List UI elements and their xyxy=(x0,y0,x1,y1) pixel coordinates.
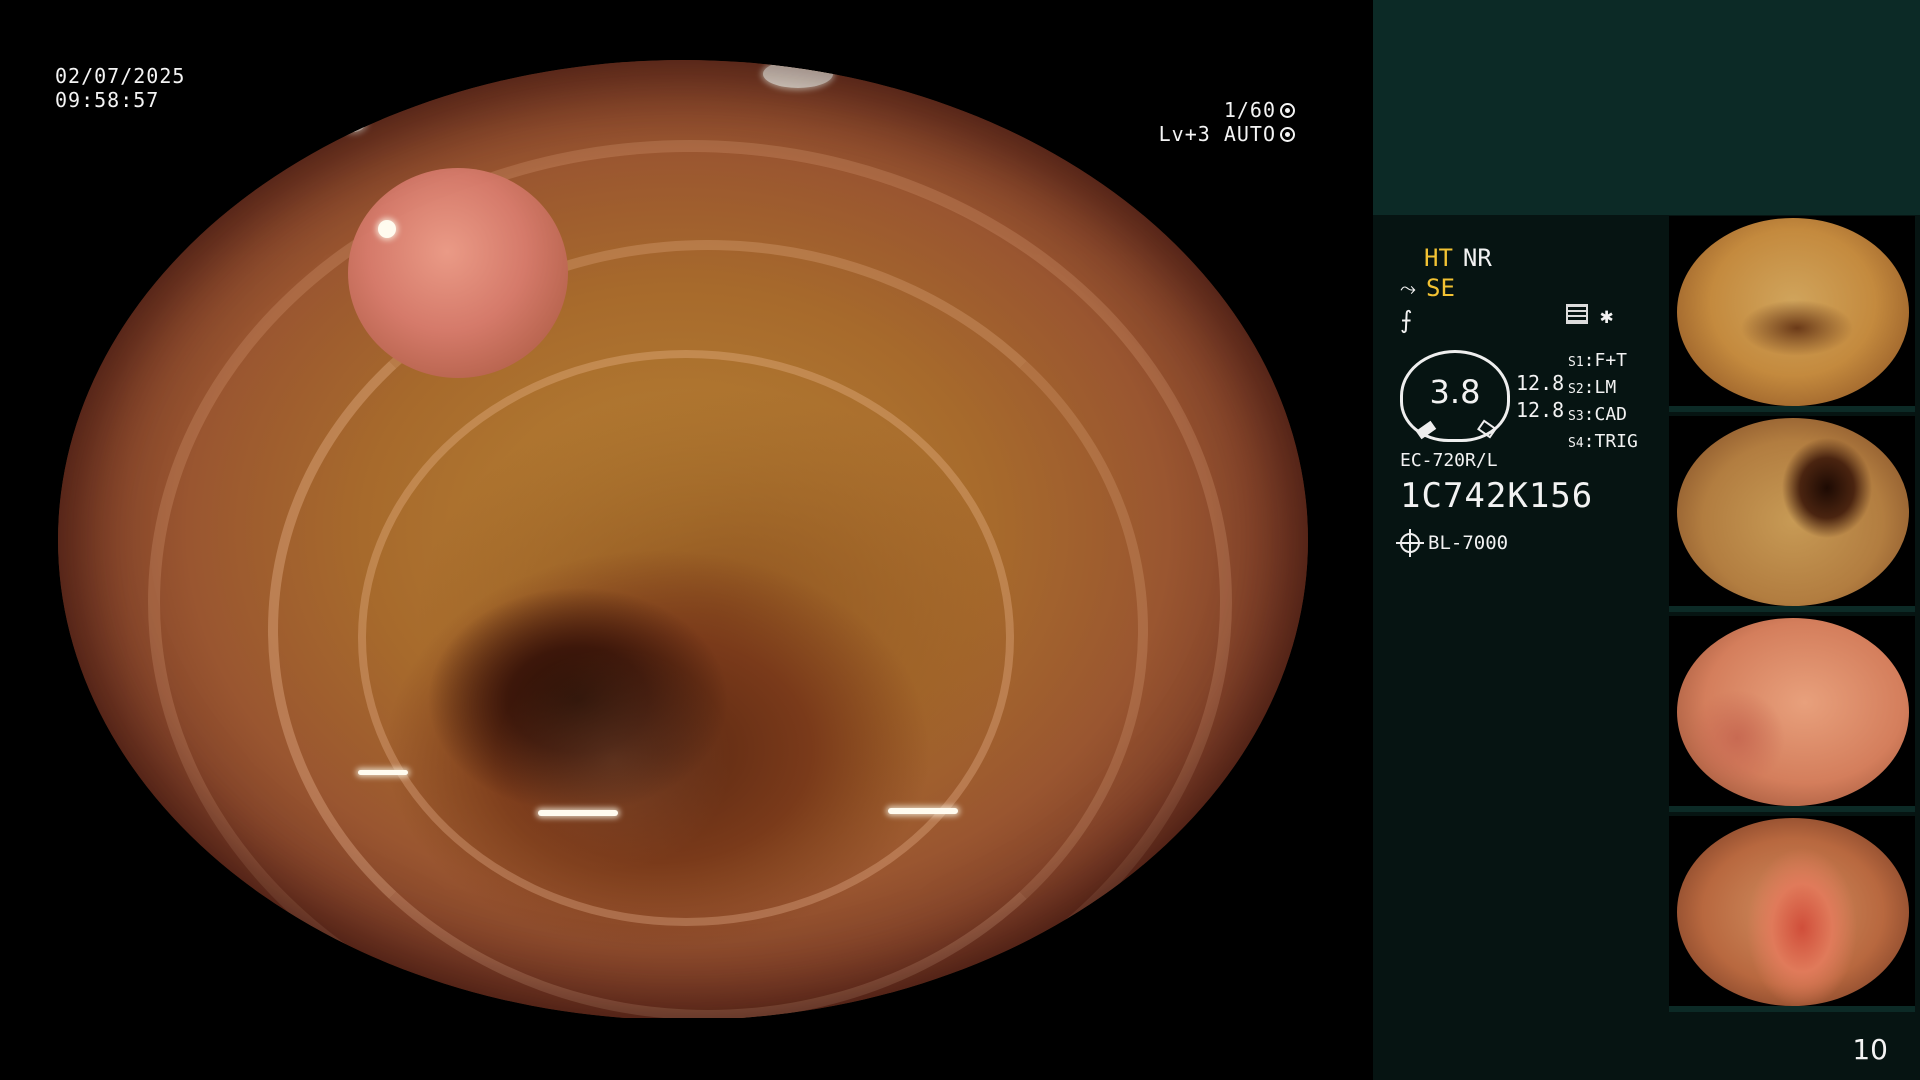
setting-s2: S2:LM xyxy=(1568,377,1617,398)
mode-ht-nr: HT NR xyxy=(1424,244,1492,272)
thumbnail-3[interactable] xyxy=(1669,616,1915,812)
color-mode-icon xyxy=(1566,304,1588,324)
gauge-marker-left xyxy=(1415,420,1437,440)
view-cut-top xyxy=(0,0,1372,60)
thumbnail-bar xyxy=(1669,606,1915,612)
scope-serial: 1C742K156 xyxy=(1400,476,1594,516)
setting-s4: S4:TRIG xyxy=(1568,431,1638,452)
exposure-overlay: 1/60 Lv+3 AUTO xyxy=(1159,98,1295,146)
mode-ht: HT xyxy=(1424,244,1453,272)
scope-model: EC-720R/L xyxy=(1400,450,1498,471)
exposure-mode-text: Lv+3 AUTO xyxy=(1158,122,1276,146)
gauge-value: 3.8 xyxy=(1429,373,1481,411)
captured-thumbnails xyxy=(1669,216,1917,1016)
gauge-marker-right xyxy=(1477,419,1497,439)
thumbnail-1[interactable] xyxy=(1669,216,1915,412)
structure-icon: ⤳ xyxy=(1400,276,1416,300)
magnification-gauge: 3.8 xyxy=(1400,350,1510,442)
setting-s3: S3:CAD xyxy=(1568,404,1628,425)
thumbnail-bar xyxy=(1669,806,1915,812)
switch-settings: S1:F+T S2:LM S3:CAD S4:TRIG xyxy=(1568,348,1638,456)
thumbnail-image xyxy=(1677,418,1909,606)
star-icon: ✱ xyxy=(1600,304,1614,329)
date-text: 02/07/2025 xyxy=(55,64,186,88)
shutter-text: 1/60 xyxy=(1223,98,1276,122)
light-source-icon xyxy=(1396,529,1424,557)
light-source: BL-7000 xyxy=(1396,529,1509,557)
gauge-side-1: 12.8 xyxy=(1516,371,1565,395)
iris-icon xyxy=(1280,126,1295,142)
light-source-text: BL-7000 xyxy=(1428,532,1509,554)
thumbnail-bar xyxy=(1669,1006,1915,1012)
image-settings-icons: ✱ xyxy=(1566,304,1613,329)
mode-se-line: ⤳ SE xyxy=(1400,274,1455,302)
page-number: 10 xyxy=(1852,1033,1888,1066)
thumbnail-4[interactable] xyxy=(1669,816,1915,1012)
time-text: 09:58:57 xyxy=(55,88,160,112)
thumbnail-image xyxy=(1677,818,1909,1006)
panel-header xyxy=(1373,0,1920,215)
thumbnail-image xyxy=(1677,618,1909,806)
vignette xyxy=(58,60,1308,1020)
endoscope-view xyxy=(58,60,1308,1020)
gauge-side-2: 12.8 xyxy=(1516,398,1565,422)
view-cut-bottom xyxy=(0,1018,1372,1080)
setting-s1: S1:F+T xyxy=(1568,350,1628,371)
mode-se: SE xyxy=(1426,274,1455,302)
thumbnail-bar xyxy=(1669,406,1915,412)
gauge-side-values: 12.8 12.8 xyxy=(1516,370,1564,424)
mode-nr: NR xyxy=(1462,244,1492,272)
processor-status: HT NR ⤳ SE ⨍ ✱ 3.8 12.8 12.8 S1:F+T S2:L… xyxy=(1396,240,1670,570)
datetime-overlay: 02/07/2025 09:58:57 xyxy=(55,64,185,112)
enhancement-icon: ⨍ xyxy=(1400,306,1413,334)
thumbnail-2[interactable] xyxy=(1669,416,1915,612)
shutter-icon xyxy=(1280,102,1295,118)
thumbnail-image xyxy=(1677,218,1909,406)
